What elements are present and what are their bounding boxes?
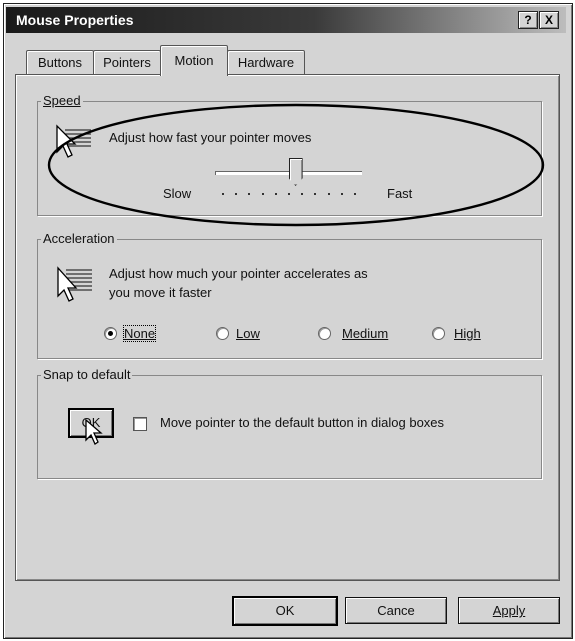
radio-high-button[interactable]	[432, 327, 445, 340]
apply-button[interactable]: Apply	[458, 597, 560, 624]
pointer-acceleration-icon	[57, 266, 92, 302]
tab-buttons[interactable]: Buttons	[26, 50, 94, 75]
snap-cursor-icon	[85, 418, 103, 445]
snap-group-label: Snap to default	[41, 367, 133, 382]
tab-hardware[interactable]: Hardware	[227, 50, 305, 75]
radio-medium-button[interactable]	[318, 327, 331, 340]
radio-none-button[interactable]	[104, 327, 117, 340]
radio-selected-dot	[108, 331, 113, 336]
ok-button[interactable]: OK	[232, 596, 338, 626]
apply-button-label: Apply	[492, 603, 526, 618]
radio-high-label: High	[454, 326, 481, 341]
snap-checkbox-label: Move pointer to the default button in di…	[160, 415, 445, 430]
cancel-button[interactable]: Cance	[345, 597, 447, 624]
tab-pointers[interactable]: Pointers	[93, 50, 161, 75]
close-button[interactable]: X	[539, 11, 559, 29]
title-bar[interactable]: Mouse Properties ? X	[6, 7, 566, 33]
highlight-ellipse	[47, 103, 545, 227]
radio-medium-label: Medium	[342, 326, 389, 341]
help-button[interactable]: ?	[518, 11, 538, 29]
radio-low-label: Low	[236, 326, 260, 341]
tab-motion[interactable]: Motion	[160, 45, 228, 76]
radio-low-button[interactable]	[216, 327, 229, 340]
snap-checkbox[interactable]	[133, 417, 147, 431]
acceleration-description-line1: Adjust how much your pointer accelerates…	[109, 266, 368, 281]
window-title: Mouse Properties	[16, 12, 134, 28]
radio-none-label: None	[122, 325, 157, 342]
acceleration-description-line2: you move it faster	[109, 285, 212, 300]
acceleration-group-label: Acceleration	[41, 231, 117, 246]
